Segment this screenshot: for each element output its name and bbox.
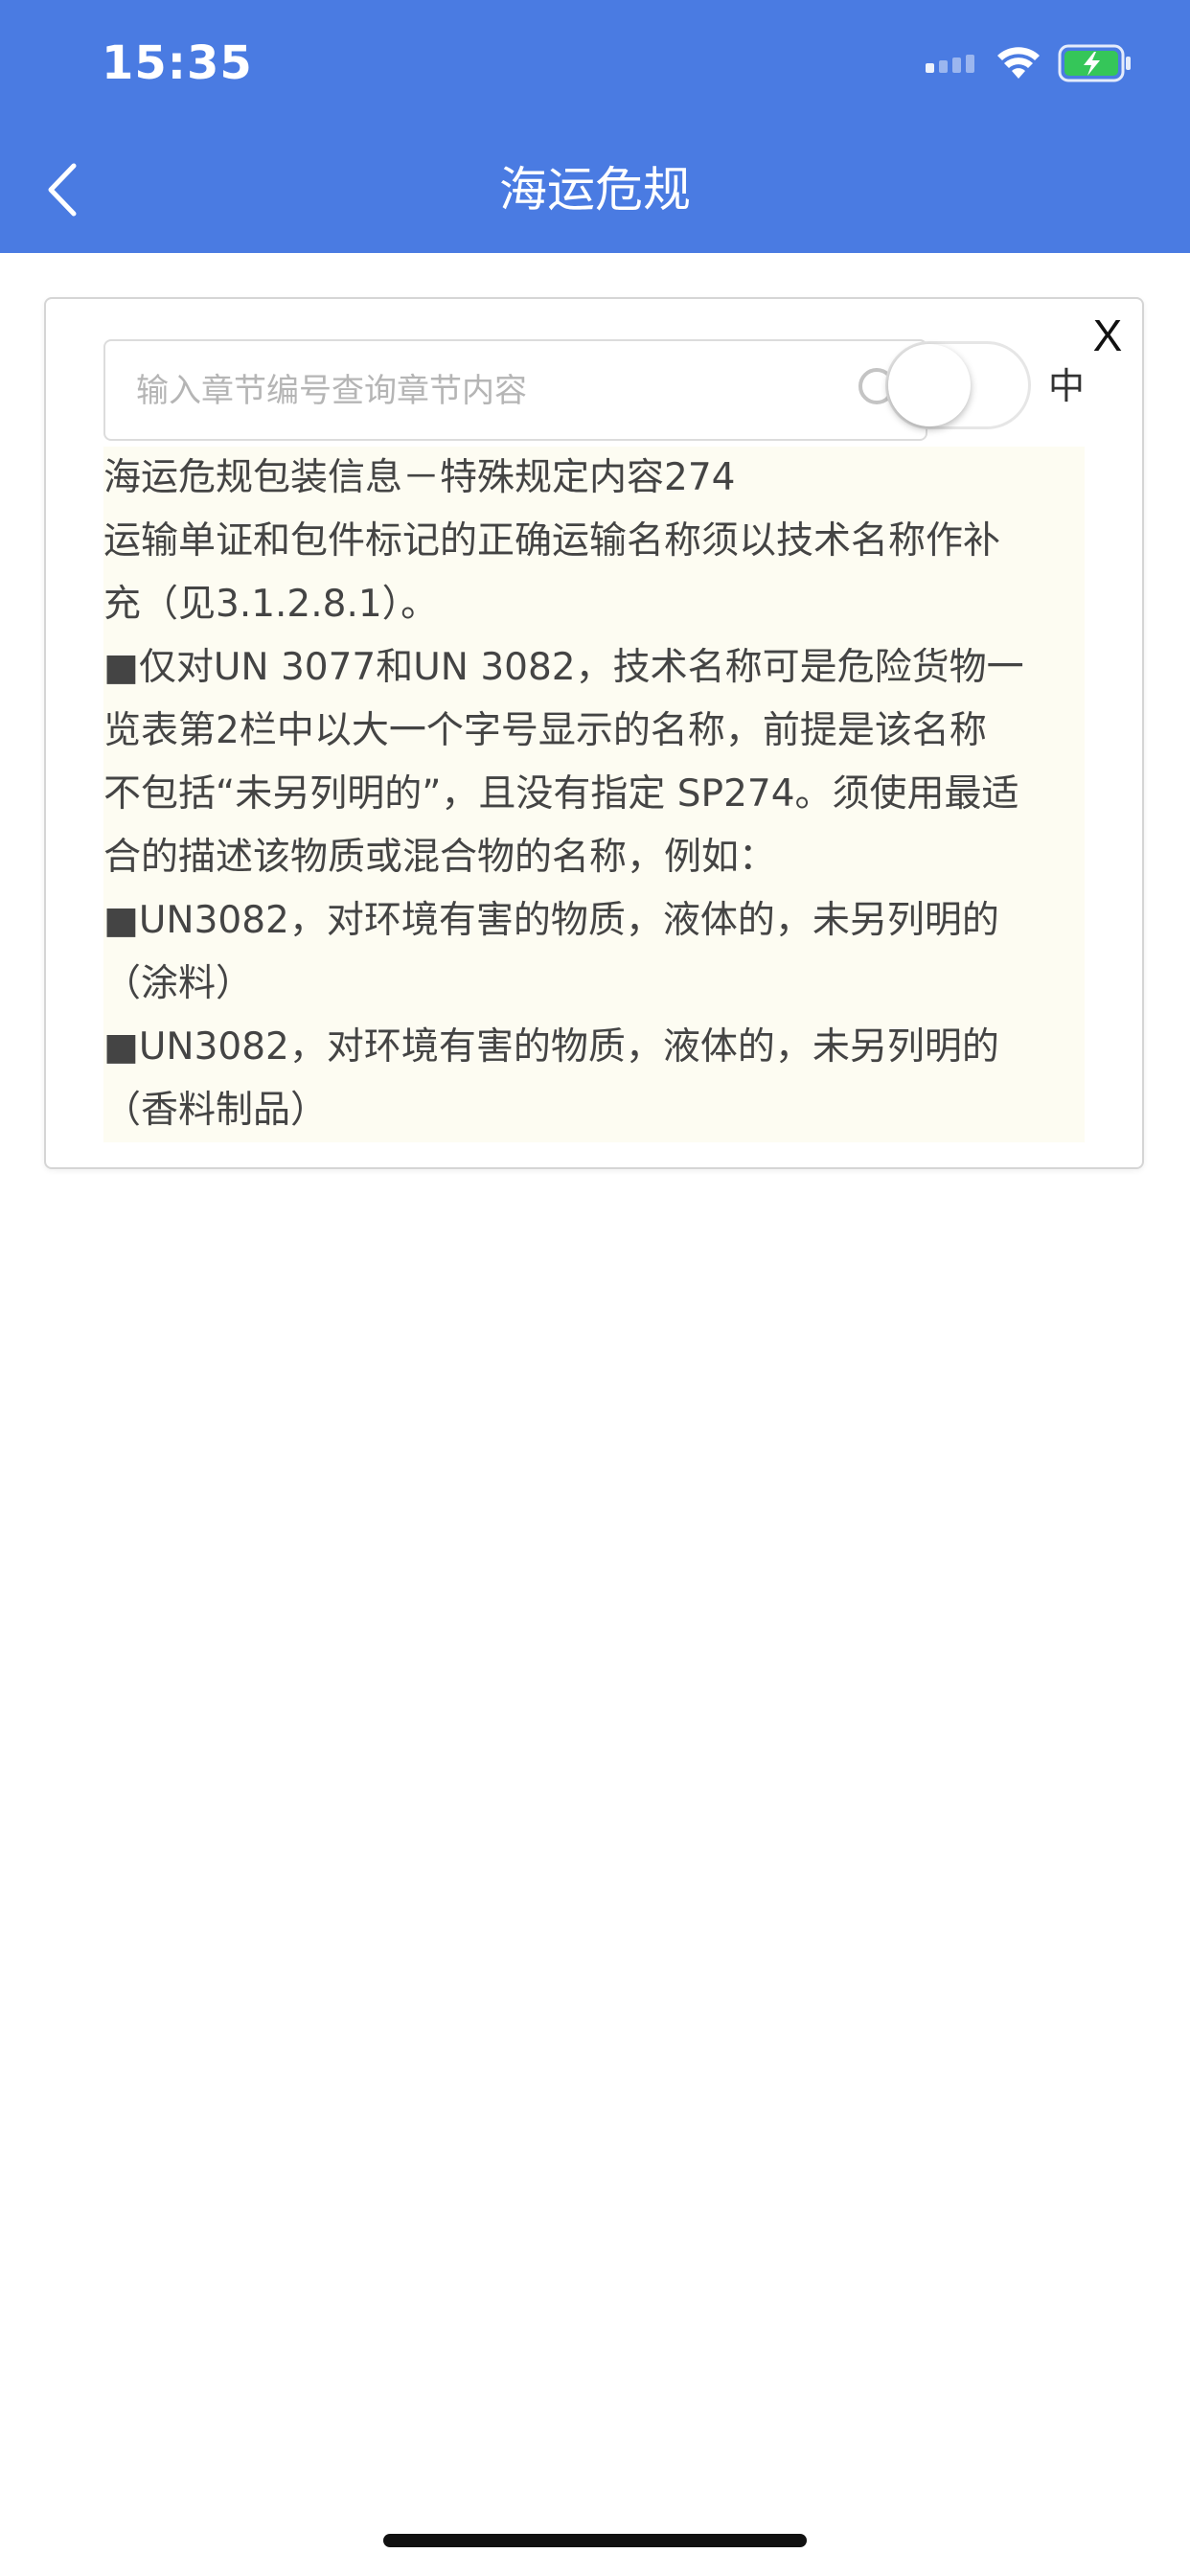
content-line: ■UN3082，对环境有害的物质，液体的，未另列明的 bbox=[103, 1025, 999, 1069]
content-line: 运输单证和包件标记的正确运输名称须以技术名称作补 bbox=[103, 519, 1001, 563]
status-time: 15:35 bbox=[102, 36, 253, 90]
status-icons bbox=[926, 42, 1133, 88]
toggle-label: 中 bbox=[1048, 365, 1086, 407]
content-line: 合的描述该物质或混合物的名称，例如： bbox=[103, 836, 777, 879]
content-line: ■UN3082，对环境有害的物质，液体的，未另列明的 bbox=[103, 899, 999, 942]
search-input[interactable] bbox=[134, 341, 809, 441]
page-title: 海运危规 bbox=[499, 162, 691, 218]
home-indicator[interactable] bbox=[383, 2534, 807, 2547]
screen: 15:35 海运危规 X 输入章节编号查询章节内容 中 海运危规包装信息－特殊规… bbox=[0, 0, 1190, 2576]
content-line: 海运危规包装信息－特殊规定内容274 bbox=[103, 456, 736, 499]
wifi-icon bbox=[996, 46, 1041, 84]
content-panel: 海运危规包装信息－特殊规定内容274 运输单证和包件标记的正确运输名称须以技术名… bbox=[103, 447, 1085, 1142]
header-bar: 15:35 海运危规 bbox=[0, 0, 1190, 253]
signal-icon bbox=[926, 54, 979, 77]
language-toggle[interactable] bbox=[885, 341, 1031, 429]
info-card: X 中 海运危规包装信息－特殊规定内容274 运输单证和包件标记的正确运输名称须… bbox=[44, 297, 1144, 1169]
content-line: 充（见3.1.2.8.1）。 bbox=[103, 583, 439, 626]
battery-charging-icon bbox=[1058, 44, 1133, 86]
content-line: （香料制品） bbox=[103, 1089, 329, 1132]
content-line: 不包括“未另列明的”，且没有指定 SP274。须使用最适 bbox=[103, 772, 1019, 816]
content-line: 览表第2栏中以大一个字号显示的名称，前提是该名称 bbox=[103, 709, 987, 752]
close-button[interactable]: X bbox=[1083, 307, 1133, 364]
content-line: ■仅对UN 3077和UN 3082，技术名称可是危险货物一 bbox=[103, 646, 1024, 689]
toggle-knob bbox=[888, 344, 971, 426]
search-box bbox=[103, 339, 927, 441]
content-line: （涂料） bbox=[103, 962, 254, 1005]
